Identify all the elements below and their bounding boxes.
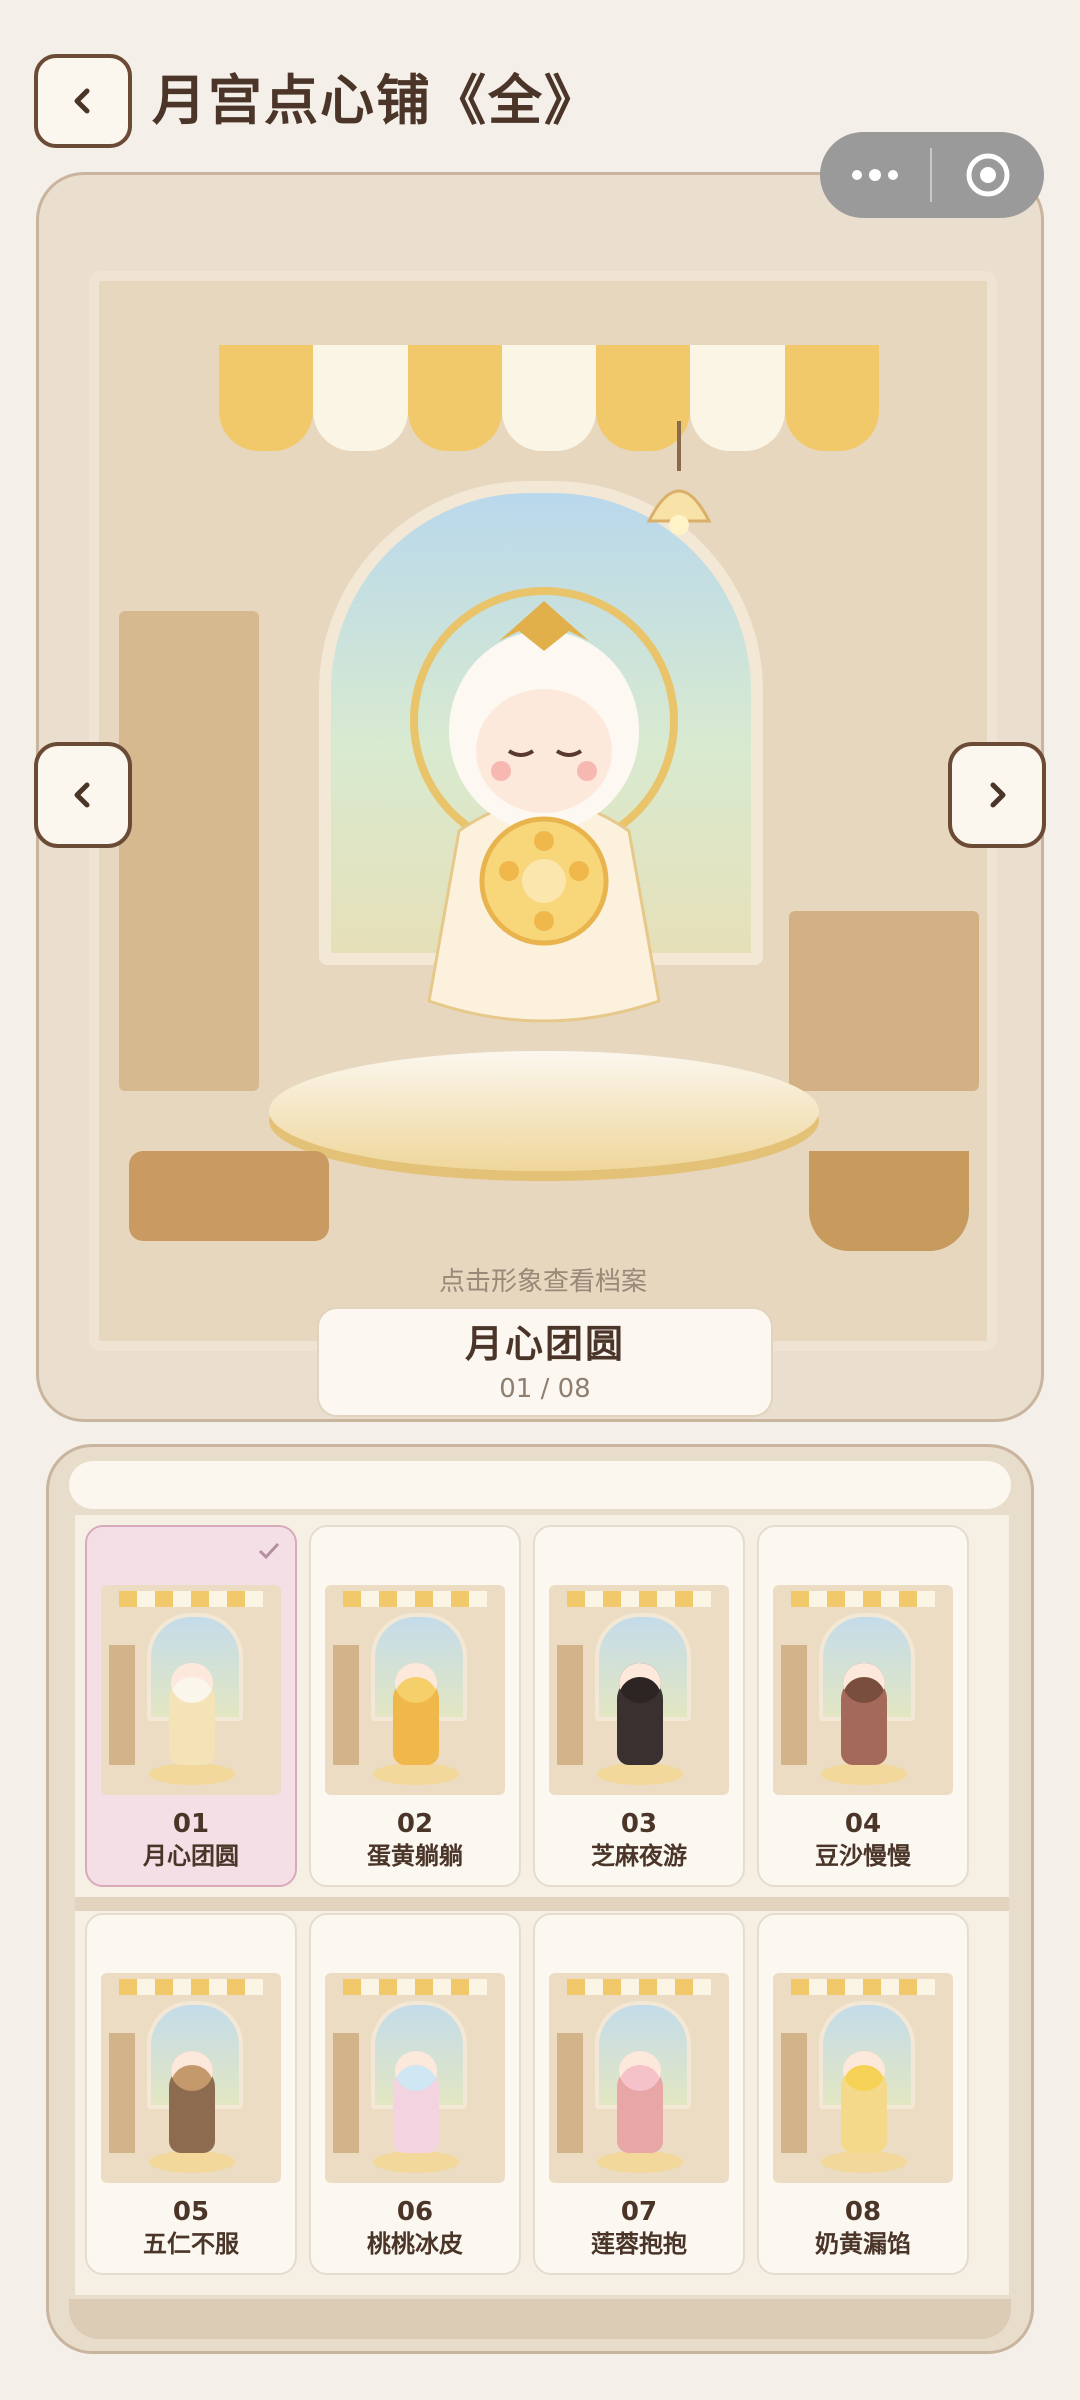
card-name: 奶黄漏馅 bbox=[815, 2230, 911, 2258]
card-number: 02 bbox=[396, 1809, 434, 1839]
pedestal bbox=[269, 1051, 819, 1171]
card-name: 豆沙慢慢 bbox=[815, 1842, 911, 1870]
collection-card[interactable]: 08 奶黄漏馅 bbox=[757, 1913, 969, 2275]
chevron-left-icon bbox=[74, 782, 90, 808]
collection-card[interactable]: 07 莲蓉抱抱 bbox=[533, 1913, 745, 2275]
page-indicator: 01 / 08 bbox=[499, 1374, 591, 1404]
collection-grid: 01 月心团圆 02 蛋黄躺躺 03 芝麻夜游 04 豆沙慢慢 05 五仁不服 06 桃桃冰皮 07 莲蓉… bbox=[75, 1515, 1009, 2295]
collection-panel: 01 月心团圆 02 蛋黄躺躺 03 芝麻夜游 04 豆沙慢慢 05 五仁不服 06 桃桃冰皮 07 莲蓉… bbox=[46, 1444, 1034, 2354]
card-number: 08 bbox=[844, 2197, 882, 2227]
card-thumbnail bbox=[101, 1585, 281, 1795]
card-name: 莲蓉抱抱 bbox=[591, 2230, 687, 2258]
card-thumbnail bbox=[325, 1973, 505, 2183]
chevron-left-icon bbox=[74, 88, 90, 114]
card-thumbnail bbox=[773, 1973, 953, 2183]
card-thumbnail bbox=[773, 1585, 953, 1795]
hanging-lamp bbox=[646, 421, 712, 535]
page-title: 月宫点心铺《全》 bbox=[152, 69, 600, 132]
card-number: 01 bbox=[172, 1809, 210, 1839]
back-button[interactable] bbox=[34, 54, 132, 148]
tap-hint: 点击形象查看档案 bbox=[438, 1267, 647, 1297]
close-button[interactable] bbox=[932, 132, 1044, 218]
card-name: 桃桃冰皮 bbox=[367, 2230, 463, 2258]
target-close-icon bbox=[966, 153, 1010, 197]
card-thumbnail bbox=[549, 1585, 729, 1795]
card-number: 04 bbox=[844, 1809, 882, 1839]
next-button[interactable] bbox=[948, 742, 1046, 848]
shop-scene-image[interactable] bbox=[89, 271, 997, 1351]
character-figure[interactable] bbox=[389, 571, 699, 1031]
card-name: 月心团圆 bbox=[143, 1842, 239, 1870]
striped-awning bbox=[219, 345, 879, 405]
collection-card[interactable]: 05 五仁不服 bbox=[85, 1913, 297, 2275]
card-number: 06 bbox=[396, 2197, 434, 2227]
card-name: 蛋黄躺躺 bbox=[367, 1842, 463, 1870]
showcase-frame: 点击形象查看档案 月心团圆 01 / 08 bbox=[36, 172, 1044, 1422]
collection-card[interactable]: 06 桃桃冰皮 bbox=[309, 1913, 521, 2275]
collection-card[interactable]: 01 月心团圆 bbox=[85, 1525, 297, 1887]
croissant-tray bbox=[129, 1151, 329, 1241]
side-table bbox=[789, 911, 979, 1091]
bread-shelf bbox=[119, 611, 259, 1091]
bread-basket bbox=[809, 1151, 969, 1251]
card-number: 05 bbox=[172, 2197, 210, 2227]
card-thumbnail bbox=[101, 1973, 281, 2183]
collection-card[interactable]: 02 蛋黄躺躺 bbox=[309, 1525, 521, 1887]
card-thumbnail bbox=[325, 1585, 505, 1795]
collection-card[interactable]: 03 芝麻夜游 bbox=[533, 1525, 745, 1887]
character-name: 月心团圆 bbox=[464, 1322, 625, 1366]
card-name: 芝麻夜游 bbox=[591, 1842, 687, 1870]
card-number: 03 bbox=[620, 1809, 658, 1839]
collection-card[interactable]: 04 豆沙慢慢 bbox=[757, 1525, 969, 1887]
more-button[interactable] bbox=[820, 132, 930, 218]
card-thumbnail bbox=[549, 1973, 729, 2183]
character-name-card: 月心团圆 01 / 08 bbox=[317, 1307, 773, 1417]
card-name: 五仁不服 bbox=[143, 2230, 239, 2258]
checkmark-icon bbox=[258, 1542, 280, 1560]
chevron-right-icon bbox=[990, 782, 1006, 808]
more-dots-icon bbox=[852, 169, 898, 181]
card-number: 07 bbox=[620, 2197, 658, 2227]
mini-program-capsule bbox=[820, 132, 1044, 218]
prev-button[interactable] bbox=[34, 742, 132, 848]
